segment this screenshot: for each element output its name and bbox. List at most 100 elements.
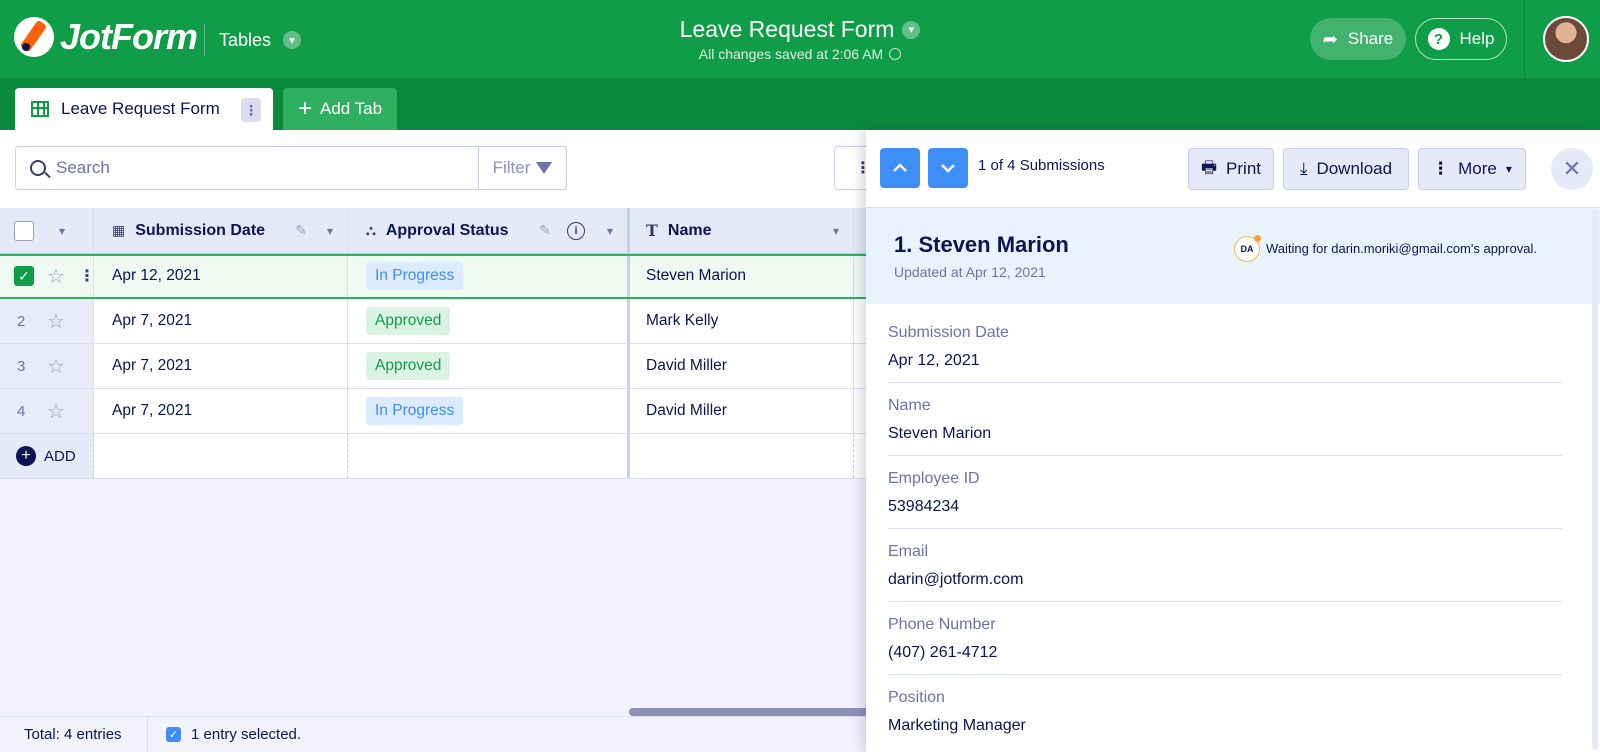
panel-vertical-scrollbar[interactable] bbox=[1592, 210, 1598, 750]
cell-status[interactable]: In Progress bbox=[348, 254, 630, 298]
flow-icon: ⛬ bbox=[366, 222, 376, 238]
filter-label: Filter bbox=[492, 158, 531, 177]
table-row[interactable]: 2 ☆ Apr 7, 2021 Approved Mark Kelly bbox=[0, 299, 866, 344]
plus-icon: + bbox=[297, 95, 312, 122]
field-label: Position bbox=[888, 689, 945, 706]
field-phone-number: Phone Number (407) 261-4712 bbox=[888, 602, 1562, 675]
empty-cell bbox=[630, 434, 854, 478]
column-header-approval-status[interactable]: ⛬ Approval Status ✎ i ▾ bbox=[348, 208, 630, 253]
chevron-down-icon bbox=[941, 164, 955, 173]
share-button[interactable]: ➦ Share bbox=[1310, 18, 1406, 60]
filter-button[interactable]: Filter bbox=[479, 146, 567, 190]
table-toolbar: Search Filter ⋮ bbox=[0, 130, 874, 208]
search-input[interactable]: Search bbox=[15, 146, 479, 190]
star-icon[interactable]: ☆ bbox=[47, 264, 65, 289]
column-header-submission-date[interactable]: ▦ Submission Date ✎ ▾ bbox=[94, 208, 348, 253]
jotform-logo[interactable]: JotForm bbox=[14, 16, 198, 58]
tab-label: Leave Request Form bbox=[61, 99, 220, 118]
star-icon[interactable]: ☆ bbox=[47, 399, 65, 424]
add-row: + ADD bbox=[0, 434, 866, 479]
help-button[interactable]: ? Help bbox=[1415, 18, 1507, 60]
pin-icon[interactable]: ✎ bbox=[539, 222, 551, 239]
row-controls: 4 ☆ bbox=[0, 389, 94, 433]
text-type-icon: T bbox=[646, 221, 658, 240]
pin-icon[interactable]: ✎ bbox=[295, 222, 307, 239]
row-controls: 3 ☆ bbox=[0, 344, 94, 388]
table-grid-icon bbox=[31, 101, 49, 117]
info-icon[interactable]: i bbox=[567, 221, 585, 240]
cell-status[interactable]: In Progress bbox=[348, 389, 630, 433]
cell-name[interactable]: David Miller bbox=[630, 344, 854, 388]
tab-bar: Leave Request Form ⋮ + Add Tab bbox=[0, 78, 1600, 130]
add-row-button[interactable]: + ADD bbox=[0, 434, 94, 478]
cell-overflow bbox=[854, 254, 866, 298]
tables-switcher[interactable]: Tables ▾ bbox=[204, 24, 302, 56]
field-email: Email darin@jotform.com bbox=[888, 529, 1562, 602]
column-header-overflow bbox=[854, 208, 866, 253]
table-row[interactable]: ✓ ☆ ⋮ Apr 12, 2021 In Progress Steven Ma… bbox=[0, 254, 866, 299]
status-badge: Approved bbox=[366, 352, 451, 380]
chevron-down-icon[interactable]: ▾ bbox=[327, 224, 333, 238]
field-label: Employee ID bbox=[888, 470, 980, 487]
cell-overflow bbox=[854, 344, 866, 388]
cell-status[interactable]: Approved bbox=[348, 344, 630, 388]
row-controls: ✓ ☆ ⋮ bbox=[0, 254, 95, 298]
status-badge: Approved bbox=[366, 307, 451, 335]
cell-date[interactable]: Apr 7, 2021 bbox=[94, 344, 348, 388]
column-title: Name bbox=[667, 221, 712, 239]
more-button[interactable]: ⋮ More ▾ bbox=[1418, 148, 1526, 190]
horizontal-scrollbar[interactable] bbox=[629, 708, 869, 716]
cell-date[interactable]: Apr 12, 2021 bbox=[94, 254, 348, 298]
funnel-icon bbox=[536, 162, 553, 174]
table-row[interactable]: 3 ☆ Apr 7, 2021 Approved David Miller bbox=[0, 344, 866, 389]
chevron-down-icon[interactable]: ▾ bbox=[607, 224, 613, 238]
field-label: Phone Number bbox=[888, 616, 996, 633]
cell-date[interactable]: Apr 7, 2021 bbox=[94, 389, 348, 433]
form-title: Leave Request Form bbox=[679, 16, 895, 42]
form-title-dropdown[interactable]: Leave Request Form ▾ bbox=[680, 16, 921, 43]
clock-icon bbox=[889, 48, 902, 60]
field-value: darin@jotform.com bbox=[888, 571, 1024, 588]
cell-name[interactable]: Steven Marion bbox=[630, 254, 854, 298]
cell-name[interactable]: Mark Kelly bbox=[630, 299, 854, 343]
next-submission-button[interactable] bbox=[928, 148, 968, 188]
close-panel-button[interactable]: ✕ bbox=[1551, 148, 1593, 190]
previous-submission-button[interactable] bbox=[880, 148, 920, 188]
submission-title: 1. Steven Marion bbox=[894, 232, 1069, 257]
chevron-down-icon[interactable]: ▾ bbox=[833, 224, 839, 238]
user-avatar[interactable] bbox=[1543, 16, 1589, 62]
column-title: Submission Date bbox=[135, 221, 266, 239]
download-button[interactable]: ⤓ Download bbox=[1283, 148, 1409, 190]
calendar-icon: ▦ bbox=[112, 222, 126, 238]
submission-detail-panel: 1 of 4 Submissions 🖶 Print ⤓ Download ⋮ … bbox=[866, 130, 1600, 752]
submission-fields: Submission Date Apr 12, 2021 Name Steven… bbox=[888, 310, 1562, 748]
search-icon bbox=[30, 160, 46, 176]
form-title-area: Leave Request Form ▾ All changes saved a… bbox=[600, 16, 1000, 64]
brand-name: JotForm bbox=[60, 16, 198, 57]
column-header-name[interactable]: T Name ▾ bbox=[630, 208, 854, 253]
print-button[interactable]: 🖶 Print bbox=[1188, 148, 1274, 190]
submissions-table: ▾ ▦ Submission Date ✎ ▾ ⛬ Approval Statu… bbox=[0, 208, 866, 479]
approver-avatar: DA bbox=[1234, 235, 1261, 262]
field-value: Apr 12, 2021 bbox=[888, 352, 980, 369]
select-all-checkbox[interactable] bbox=[14, 220, 34, 241]
tab-leave-request-form[interactable]: Leave Request Form ⋮ bbox=[15, 88, 273, 130]
star-icon[interactable]: ☆ bbox=[47, 309, 65, 334]
search-placeholder: Search bbox=[56, 158, 110, 177]
field-value: (407) 261-4712 bbox=[888, 644, 998, 661]
chevron-down-icon[interactable]: ▾ bbox=[59, 224, 65, 238]
cell-date[interactable]: Apr 7, 2021 bbox=[94, 299, 348, 343]
cell-status[interactable]: Approved bbox=[348, 299, 630, 343]
add-tab-button[interactable]: + Add Tab bbox=[283, 88, 397, 130]
tab-options-icon[interactable]: ⋮ bbox=[241, 98, 261, 122]
share-arrow-icon: ➦ bbox=[1322, 28, 1338, 49]
panel-toolbar: 1 of 4 Submissions 🖶 Print ⤓ Download ⋮ … bbox=[866, 130, 1600, 208]
star-icon[interactable]: ☆ bbox=[47, 354, 65, 379]
selected-count: 1 entry selected. bbox=[191, 726, 302, 743]
row-menu-icon[interactable]: ⋮ bbox=[79, 266, 95, 286]
table-row[interactable]: 4 ☆ Apr 7, 2021 In Progress David Miller bbox=[0, 389, 866, 434]
chevron-down-icon: ▾ bbox=[1505, 162, 1512, 176]
row-checkbox[interactable]: ✓ bbox=[14, 266, 34, 286]
field-name: Name Steven Marion bbox=[888, 383, 1562, 456]
cell-name[interactable]: David Miller bbox=[630, 389, 854, 433]
